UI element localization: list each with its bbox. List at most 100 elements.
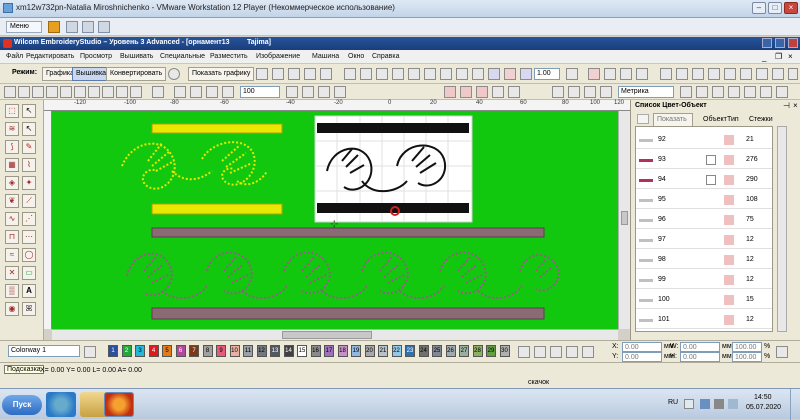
- col-stitches-header[interactable]: Стежки: [749, 116, 773, 123]
- layers-icon[interactable]: [272, 68, 284, 80]
- pan-icon[interactable]: [302, 86, 314, 98]
- mode-embroidery-button[interactable]: Вышивка: [72, 67, 111, 81]
- lock-icon[interactable]: [440, 68, 452, 80]
- stitch-player-icon[interactable]: [152, 86, 164, 98]
- mdi-restore-icon[interactable]: ❐: [775, 52, 782, 61]
- grid-icon[interactable]: [256, 68, 268, 80]
- app-restore-button[interactable]: [775, 38, 785, 48]
- properties-icon[interactable]: [584, 86, 596, 98]
- color-swatch[interactable]: 9: [216, 345, 226, 357]
- zoom-out-icon[interactable]: [222, 86, 234, 98]
- list-item[interactable]: 92 21: [636, 131, 772, 149]
- color-swatch[interactable]: 15: [297, 345, 307, 357]
- rectangle-icon[interactable]: ▭: [22, 266, 36, 280]
- panel-close-icon[interactable]: ×: [793, 101, 798, 110]
- travel-icon[interactable]: [334, 86, 346, 98]
- menu-help[interactable]: Справка: [372, 53, 399, 60]
- mdi-minimize-icon[interactable]: _: [762, 53, 766, 62]
- show-grid-icon[interactable]: [772, 68, 784, 80]
- color-swatch[interactable]: 27: [459, 345, 469, 357]
- color-swatch[interactable]: 1: [108, 345, 118, 357]
- paste-icon[interactable]: [102, 86, 114, 98]
- show-needle-icon[interactable]: [692, 68, 704, 80]
- zigzag-icon[interactable]: ≋: [5, 122, 19, 136]
- app-minimize-button[interactable]: [762, 38, 772, 48]
- y-field[interactable]: 0.00: [622, 352, 662, 362]
- col-type-header[interactable]: Тип: [727, 116, 739, 123]
- units-select[interactable]: Метрика: [618, 86, 674, 98]
- zoom-field[interactable]: 100: [240, 86, 280, 98]
- menu-edit[interactable]: Редактировать: [26, 53, 74, 60]
- color-swatch[interactable]: 19: [351, 345, 361, 357]
- scale-x-field[interactable]: 100.00: [732, 342, 762, 352]
- vm-fullscreen-icon[interactable]: [82, 21, 94, 33]
- show-connectors-icon[interactable]: [708, 68, 720, 80]
- color-swatch[interactable]: 25: [432, 345, 442, 357]
- turning-fill-icon[interactable]: ⟋: [22, 194, 36, 208]
- align-left-icon[interactable]: [344, 68, 356, 80]
- branching-icon[interactable]: [712, 86, 724, 98]
- list-item[interactable]: 98 12: [636, 251, 772, 269]
- scale-icon[interactable]: [520, 68, 532, 80]
- menu-window[interactable]: Окно: [348, 53, 364, 60]
- punch-icon[interactable]: ◉: [5, 302, 19, 316]
- menu-image[interactable]: Изображение: [256, 53, 300, 60]
- freehand-icon[interactable]: ∿: [5, 212, 19, 226]
- color-swatch[interactable]: 23: [405, 345, 415, 357]
- color-swatch[interactable]: 20: [364, 345, 375, 357]
- horizontal-scrollbar[interactable]: [52, 329, 618, 340]
- undo-icon[interactable]: [174, 86, 186, 98]
- wilcom-task-icon[interactable]: [104, 392, 134, 417]
- color-swatch[interactable]: 8: [202, 345, 213, 357]
- run-stitch-icon[interactable]: ⋰: [22, 212, 36, 226]
- colorway-select[interactable]: Colorway 1: [8, 345, 80, 357]
- h-field[interactable]: 0.00: [680, 352, 720, 362]
- list-item[interactable]: 100 15: [636, 291, 772, 309]
- color-swatch[interactable]: 29: [486, 345, 496, 357]
- vm-unity-icon[interactable]: [98, 21, 110, 33]
- language-indicator[interactable]: RU: [668, 399, 678, 406]
- knife-icon[interactable]: [696, 86, 708, 98]
- color-swatch[interactable]: 13: [270, 345, 280, 357]
- triple-run-icon[interactable]: [508, 86, 520, 98]
- open-file-icon[interactable]: [18, 86, 30, 98]
- action-center-icon[interactable]: [728, 399, 738, 409]
- group-icon[interactable]: [408, 68, 420, 80]
- reshape-icon[interactable]: [680, 86, 692, 98]
- color-remove-icon[interactable]: [550, 346, 562, 358]
- save-icon[interactable]: [32, 86, 44, 98]
- color-swatch[interactable]: 5: [162, 345, 172, 357]
- appliqué-icon[interactable]: [504, 68, 516, 80]
- view-hoop-icon[interactable]: [620, 68, 632, 80]
- color-swatch[interactable]: 14: [283, 345, 294, 357]
- color-match-icon[interactable]: [582, 346, 594, 358]
- 3d-view-icon[interactable]: [756, 68, 768, 80]
- panel-pin-icon[interactable]: ⊣: [783, 101, 790, 110]
- column-a-icon[interactable]: ✎: [22, 140, 36, 154]
- vm-devices-icon[interactable]: [66, 21, 78, 33]
- scale-field[interactable]: 1.00: [534, 68, 560, 80]
- col-object-header[interactable]: Объект: [703, 116, 727, 123]
- maximize-button[interactable]: □: [768, 2, 782, 14]
- panel-show-button[interactable]: Показать: [653, 113, 693, 127]
- color-swatch[interactable]: 12: [256, 345, 267, 357]
- list-item[interactable]: 93 276: [636, 151, 772, 169]
- show-graphic-button[interactable]: Показать графику: [188, 67, 255, 81]
- texture-icon[interactable]: ▒: [5, 284, 19, 298]
- sequence-icon[interactable]: [760, 86, 772, 98]
- volume-icon[interactable]: [714, 399, 724, 409]
- lettering-icon[interactable]: [600, 86, 612, 98]
- app-close-button[interactable]: [788, 38, 798, 48]
- redo-icon[interactable]: [190, 86, 202, 98]
- objects-icon[interactable]: [320, 68, 332, 80]
- select-object-icon[interactable]: ↖: [22, 104, 36, 118]
- panel-scrollbar[interactable]: [777, 126, 787, 332]
- color-swatch[interactable]: 10: [229, 345, 240, 357]
- vm-menu-button[interactable]: Меню: [6, 21, 42, 33]
- rotate-icon[interactable]: [472, 68, 484, 80]
- show-stitches-icon[interactable]: [660, 68, 672, 80]
- ungroup-icon[interactable]: [424, 68, 436, 80]
- list-item[interactable]: 94 290: [636, 171, 772, 189]
- hoop-icon[interactable]: [488, 68, 500, 80]
- delete-icon[interactable]: [116, 86, 128, 98]
